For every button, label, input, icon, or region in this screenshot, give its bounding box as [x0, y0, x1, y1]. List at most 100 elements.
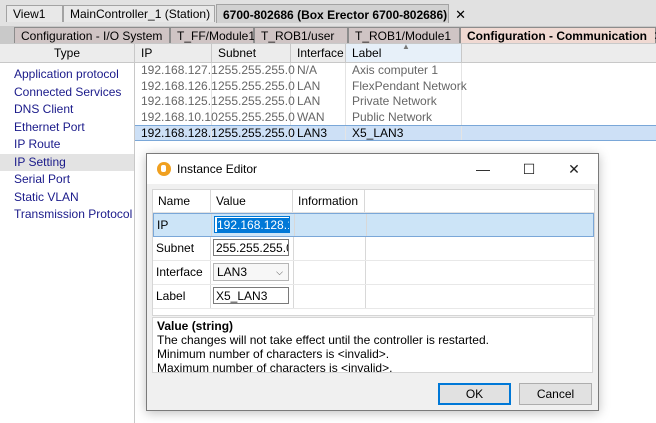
tab-communication[interactable]: Configuration - Communication ✕	[460, 27, 656, 43]
table-row[interactable]: 192.168.125.1 255.255.255.0 LAN Private …	[135, 94, 656, 110]
instance-grid: IP Subnet Interface Label ▲ 192.168.127.…	[135, 42, 656, 141]
parameter-name: IP	[154, 214, 212, 236]
cell-interface: WAN	[291, 109, 346, 125]
tab-t-rob1-module1[interactable]: T_ROB1/Module1	[348, 27, 460, 43]
cell-subnet: 255.255.255.0	[212, 78, 295, 94]
ip-value-selected-text: 192.168.128.1	[217, 218, 289, 232]
column-header-information: Information	[293, 190, 365, 212]
table-row[interactable]: 192.168.127.1 255.255.255.0 N/A Axis com…	[135, 63, 656, 79]
tab-box-erector[interactable]: 6700-802686 (Box Erector 6700-802686) ✕	[216, 4, 466, 23]
table-row[interactable]: 192.168.126.1 255.255.255.0 LAN FlexPend…	[135, 78, 656, 94]
cell-label: FlexPendant Network	[346, 78, 467, 94]
cell-ip: 192.168.128.1	[135, 126, 218, 140]
parameter-value-cell: LAN3 ⌵	[211, 261, 294, 284]
cell-label: Axis computer 1	[346, 63, 462, 79]
parameter-grid: Name Value Information IP 192.168.128.1 …	[152, 189, 595, 316]
close-button[interactable]: ✕	[551, 154, 597, 184]
parameter-value-cell: 192.168.128.1	[212, 214, 295, 236]
sort-ascending-icon: ▲	[402, 42, 410, 51]
type-item-dns-client[interactable]: DNS Client	[0, 101, 134, 119]
tab-io-system[interactable]: Configuration - I/O System	[14, 27, 170, 43]
interface-dropdown[interactable]: LAN3 ⌵	[213, 263, 289, 281]
cell-interface: N/A	[291, 63, 346, 79]
cell-ip: 192.168.126.1	[135, 78, 218, 94]
tab-label: T_FF/Module1	[177, 29, 256, 43]
tab-label: T_ROB1/user	[261, 29, 335, 43]
value-description-box: Value (string) The changes will not take…	[152, 317, 593, 375]
column-header-value: Value	[211, 190, 293, 212]
cell-label: Public Network	[346, 109, 462, 125]
tab-label: Configuration - Communication	[467, 29, 647, 43]
parameter-information	[293, 237, 366, 260]
parameter-grid-header: Name Value Information	[153, 190, 594, 213]
column-header-subnet[interactable]: Subnet	[212, 44, 291, 62]
app-icon	[157, 162, 171, 176]
label-input[interactable]: X5_LAN3	[213, 287, 289, 304]
tab-t-ff-module1[interactable]: T_FF/Module1	[170, 27, 256, 43]
tab-main-controller[interactable]: MainController_1 (Station)	[63, 5, 215, 22]
dialog-title-bar[interactable]: Instance Editor — ☐ ✕	[147, 154, 598, 184]
type-item-static-vlan[interactable]: Static VLAN	[0, 189, 134, 207]
type-item-ip-setting[interactable]: IP Setting	[0, 153, 134, 171]
tab-t-rob1-user[interactable]: T_ROB1/user	[254, 27, 348, 43]
maximize-button[interactable]: ☐	[506, 154, 552, 184]
parameter-information	[293, 285, 366, 308]
grid-header: IP Subnet Interface Label ▲	[135, 42, 656, 63]
type-column-header[interactable]: Type	[0, 44, 134, 63]
type-item-serial-port[interactable]: Serial Port	[0, 171, 134, 189]
column-header-ip[interactable]: IP	[135, 44, 212, 62]
ok-button[interactable]: OK	[438, 383, 511, 405]
cancel-button[interactable]: Cancel	[519, 383, 592, 405]
document-tab-bar: View1 MainController_1 (Station) 6700-80…	[0, 0, 656, 26]
tab-label: 6700-802686 (Box Erector 6700-802686)	[223, 8, 448, 22]
interface-selected-value: LAN3	[217, 265, 248, 279]
column-header-interface[interactable]: Interface	[291, 44, 346, 62]
table-row-selected[interactable]: 192.168.128.1 255.255.255.0 LAN3 X5_LAN3	[135, 125, 656, 141]
tab-label: Configuration - I/O System	[21, 29, 163, 43]
close-icon[interactable]: ✕	[455, 7, 466, 22]
cell-interface: LAN	[291, 78, 346, 94]
ip-input[interactable]: 192.168.128.1	[214, 216, 290, 233]
description-line: The changes will not take effect until t…	[157, 333, 489, 347]
parameter-row-subnet[interactable]: Subnet 255.255.255.0	[153, 237, 594, 261]
cell-ip: 192.168.10.10	[135, 109, 218, 125]
type-list-panel: Type Application protocol Connected Serv…	[0, 44, 135, 423]
table-row[interactable]: 192.168.10.10 255.255.255.0 WAN Public N…	[135, 109, 656, 125]
parameter-row-ip[interactable]: IP 192.168.128.1	[153, 213, 594, 237]
cell-label: X5_LAN3	[346, 126, 462, 140]
cell-interface: LAN	[291, 94, 346, 110]
cell-subnet: 255.255.255.0	[212, 94, 295, 110]
type-item-ip-route[interactable]: IP Route	[0, 136, 134, 154]
parameter-information	[293, 261, 366, 284]
description-title: Value (string)	[157, 319, 234, 333]
type-item-transmission-protocol[interactable]: Transmission Protocol	[0, 206, 134, 224]
cell-interface: LAN3	[291, 126, 346, 140]
subnet-input[interactable]: 255.255.255.0	[213, 239, 289, 256]
type-item-application-protocol[interactable]: Application protocol	[0, 66, 134, 84]
parameter-name: Subnet	[153, 237, 211, 260]
tab-label: View1	[13, 7, 46, 21]
column-header-name: Name	[153, 190, 211, 212]
description-line: Minimum number of characters is <invalid…	[157, 347, 390, 361]
cell-ip: 192.168.127.1	[135, 63, 218, 79]
parameter-name: Label	[153, 285, 211, 308]
minimize-button[interactable]: —	[460, 154, 506, 184]
cell-label: Private Network	[346, 94, 462, 110]
type-item-connected-services[interactable]: Connected Services	[0, 84, 134, 102]
tab-label: T_ROB1/Module1	[355, 29, 452, 43]
instance-editor-dialog: Instance Editor — ☐ ✕ Name Value Informa…	[146, 153, 599, 411]
cell-subnet: 255.255.255.0	[212, 63, 295, 79]
dialog-title: Instance Editor	[177, 162, 258, 176]
cell-ip: 192.168.125.1	[135, 94, 218, 110]
parameter-value-cell: 255.255.255.0	[211, 237, 294, 260]
tab-label: MainController_1 (Station)	[70, 7, 211, 21]
configuration-tab-bar: Configuration - I/O System T_FF/Module1 …	[0, 26, 656, 45]
parameter-row-interface[interactable]: Interface LAN3 ⌵	[153, 261, 594, 285]
parameter-row-label[interactable]: Label X5_LAN3	[153, 285, 594, 309]
description-line: Maximum number of characters is <invalid…	[157, 361, 393, 375]
type-item-ethernet-port[interactable]: Ethernet Port	[0, 119, 134, 137]
tab-view1[interactable]: View1	[6, 5, 63, 22]
parameter-value-cell: X5_LAN3	[211, 285, 294, 308]
cell-subnet: 255.255.255.0	[212, 109, 295, 125]
parameter-information	[294, 214, 367, 236]
